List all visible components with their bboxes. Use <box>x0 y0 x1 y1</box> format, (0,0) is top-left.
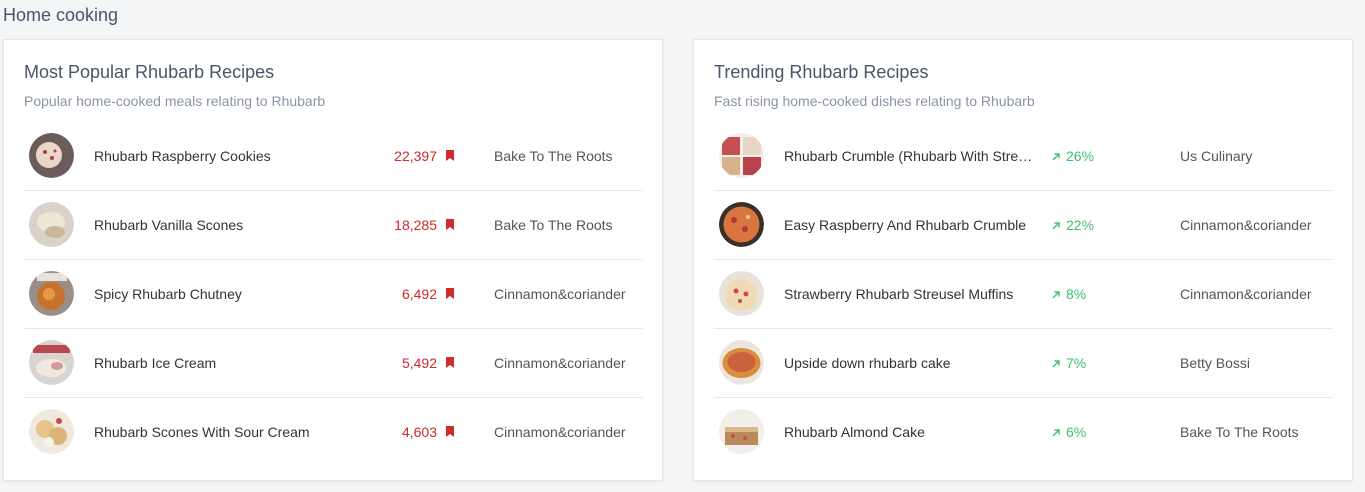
bookmark-icon <box>446 357 454 368</box>
trend-percent: 6% <box>1066 424 1087 440</box>
list-item[interactable]: Upside down rhubarb cake 7% Betty Bossi <box>714 329 1333 398</box>
card-title: Trending Rhubarb Recipes <box>714 62 929 82</box>
recipe-source[interactable]: Cinnamon&coriander <box>494 329 626 397</box>
recipe-source[interactable]: Betty Bossi <box>1180 329 1250 397</box>
bookmark-icon <box>446 219 454 230</box>
card-title: Most Popular Rhubarb Recipes <box>24 62 275 82</box>
trend-value: 7% <box>1051 329 1086 397</box>
trend-percent: 7% <box>1066 355 1087 371</box>
recipe-name[interactable]: Rhubarb Ice Cream <box>94 329 369 397</box>
card-subtitle: Fast rising home-cooked dishes relating … <box>714 93 1035 109</box>
recipe-source[interactable]: Cinnamon&coriander <box>1180 191 1312 259</box>
section-title: Home cooking <box>3 5 119 25</box>
list-item[interactable]: Rhubarb Scones With Sour Cream 4,603 Cin… <box>24 398 643 466</box>
recipe-thumbnail[interactable] <box>719 340 764 385</box>
recipe-source[interactable]: Cinnamon&coriander <box>494 398 626 466</box>
recipe-thumbnail[interactable] <box>719 202 764 247</box>
recipe-name[interactable]: Rhubarb Vanilla Scones <box>94 191 369 259</box>
recipe-name[interactable]: Spicy Rhubarb Chutney <box>94 260 369 328</box>
recipe-source[interactable]: Cinnamon&coriander <box>1180 260 1312 328</box>
trend-value: 26% <box>1051 122 1094 190</box>
list-item[interactable]: Strawberry Rhubarb Streusel Muffins 8% C… <box>714 260 1333 329</box>
trend-up-icon <box>1052 222 1060 230</box>
recipe-name[interactable]: Upside down rhubarb cake <box>784 329 1039 397</box>
trend-value: 6% <box>1051 398 1086 466</box>
trend-value: 22% <box>1051 191 1094 259</box>
list-item[interactable]: Rhubarb Crumble (Rhubarb With Streusel) … <box>714 122 1333 191</box>
trend-up-icon <box>1052 153 1060 161</box>
recipe-thumbnail[interactable] <box>29 340 74 385</box>
trend-up-icon <box>1052 429 1060 437</box>
bookmark-icon <box>446 426 454 437</box>
list-item[interactable]: Rhubarb Vanilla Scones 18,285 Bake To Th… <box>24 191 643 260</box>
recipe-thumbnail[interactable] <box>719 271 764 316</box>
recipe-source[interactable]: Us Culinary <box>1180 122 1252 190</box>
popular-recipe-list: Rhubarb Raspberry Cookies 22,397 Bake To… <box>24 122 643 466</box>
trending-recipe-list: Rhubarb Crumble (Rhubarb With Streusel) … <box>714 122 1333 466</box>
recipe-thumbnail[interactable] <box>29 271 74 316</box>
recipe-thumbnail[interactable] <box>29 202 74 247</box>
recipe-thumbnail[interactable] <box>719 409 764 454</box>
recipe-source[interactable]: Bake To The Roots <box>494 191 613 259</box>
popular-recipes-card: Most Popular Rhubarb Recipes Popular hom… <box>3 39 663 481</box>
bookmark-icon <box>446 150 454 161</box>
recipe-name[interactable]: Rhubarb Scones With Sour Cream <box>94 398 369 466</box>
trend-up-icon <box>1052 360 1060 368</box>
list-item[interactable]: Easy Raspberry And Rhubarb Crumble 22% C… <box>714 191 1333 260</box>
recipe-source[interactable]: Bake To The Roots <box>494 122 613 190</box>
list-item[interactable]: Rhubarb Ice Cream 5,492 Cinnamon&coriand… <box>24 329 643 398</box>
recipe-thumbnail[interactable] <box>719 133 764 178</box>
bookmark-icon <box>446 288 454 299</box>
recipe-source[interactable]: Cinnamon&coriander <box>494 260 626 328</box>
trend-percent: 26% <box>1066 148 1095 164</box>
recipe-thumbnail[interactable] <box>29 133 74 178</box>
list-item[interactable]: Spicy Rhubarb Chutney 6,492 Cinnamon&cor… <box>24 260 643 329</box>
bookmark-count: 4,603 <box>401 424 437 440</box>
trend-up-icon <box>1052 291 1060 299</box>
trending-recipes-card: Trending Rhubarb Recipes Fast rising hom… <box>693 39 1353 481</box>
trend-percent: 8% <box>1066 286 1087 302</box>
list-item[interactable]: Rhubarb Raspberry Cookies 22,397 Bake To… <box>24 122 643 191</box>
card-subtitle: Popular home-cooked meals relating to Rh… <box>24 93 326 109</box>
bookmark-count: 6,492 <box>401 286 437 302</box>
bookmark-count: 18,285 <box>394 217 437 233</box>
bookmark-count: 22,397 <box>394 148 437 164</box>
recipe-name[interactable]: Rhubarb Raspberry Cookies <box>94 122 369 190</box>
bookmark-count: 5,492 <box>401 355 437 371</box>
trend-percent: 22% <box>1066 217 1095 233</box>
recipe-name[interactable]: Rhubarb Crumble (Rhubarb With Streusel) <box>784 122 1039 190</box>
list-item[interactable]: Rhubarb Almond Cake 6% Bake To The Roots <box>714 398 1333 466</box>
trend-value: 8% <box>1051 260 1086 328</box>
recipe-name[interactable]: Strawberry Rhubarb Streusel Muffins <box>784 260 1039 328</box>
recipe-thumbnail[interactable] <box>29 409 74 454</box>
recipe-name[interactable]: Rhubarb Almond Cake <box>784 398 1039 466</box>
recipe-source[interactable]: Bake To The Roots <box>1180 398 1299 466</box>
recipe-name[interactable]: Easy Raspberry And Rhubarb Crumble <box>784 191 1039 259</box>
